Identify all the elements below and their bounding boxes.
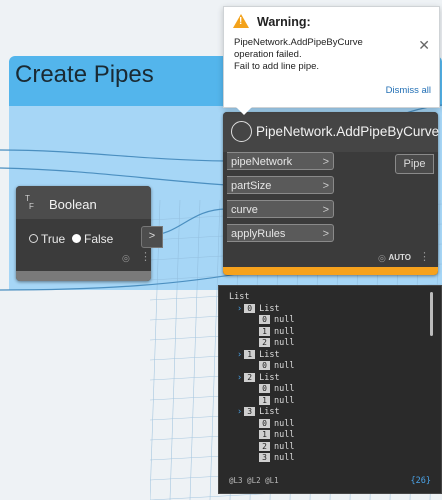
port-arrow-icon: >: [322, 204, 329, 216]
list-index-badge: 2: [259, 441, 270, 451]
warning-icon: !: [233, 14, 249, 28]
watch-row-text: null: [274, 338, 295, 348]
close-icon[interactable]: ✕: [418, 37, 430, 54]
watch-row-text: null: [274, 430, 295, 440]
input-port-applyrules[interactable]: applyRules >: [227, 224, 334, 242]
list-index-badge: 1: [259, 395, 270, 405]
boolean-node-header[interactable]: TF Boolean: [16, 186, 151, 219]
radio-true[interactable]: True: [29, 232, 65, 246]
watch-row: 3 null: [229, 453, 431, 464]
watch-row: › 2 List: [229, 372, 431, 385]
port-arrow-icon: >: [322, 228, 329, 240]
warning-popup: ! Warning: ✕ PipeNetwork.AddPipeByCurve …: [223, 6, 440, 115]
list-levels: @L3 @L2 @L1: [229, 476, 279, 485]
list-index-badge: 0: [259, 361, 270, 370]
pipe-node-header[interactable]: PipeNetwork.AddPipeByCurve: [223, 112, 440, 152]
list-index-badge: 3: [244, 407, 256, 416]
radio-false[interactable]: False: [72, 232, 113, 246]
watch-row-text: null: [274, 361, 295, 371]
watch-list[interactable]: List › 0 List 0 null 1 null 2 null › 1 List 0 null › 2 Li…: [229, 292, 431, 464]
port-arrow-icon: >: [322, 180, 329, 192]
node-options-icon[interactable]: ⋮: [140, 250, 151, 263]
watch-row: List: [229, 292, 431, 304]
watch-row: › 3 List: [229, 407, 431, 419]
watch-scrollbar[interactable]: [430, 292, 433, 336]
chevron-right-icon[interactable]: ›: [237, 407, 242, 417]
watch-row-text: null: [274, 441, 295, 452]
warning-title: Warning:: [257, 15, 311, 29]
chevron-right-icon[interactable]: ›: [237, 350, 242, 360]
watch-row-text: null: [274, 418, 295, 429]
watch-row: › 1 List: [229, 349, 431, 362]
list-index-badge: 1: [244, 349, 256, 359]
input-port-pipenetwork[interactable]: pipeNetwork >: [227, 152, 334, 170]
list-index-badge: 3: [259, 453, 270, 462]
watch-row-text: null: [274, 384, 295, 394]
pipe-node-title: PipeNetwork.AddPipeByCurve: [256, 124, 440, 139]
list-index-badge: 0: [259, 384, 270, 393]
chevron-right-icon[interactable]: ›: [237, 304, 242, 314]
watch-row-text: null: [274, 326, 295, 337]
radio-circle-icon: [72, 234, 81, 243]
boolean-node-title: Boolean: [49, 197, 97, 212]
watch-row: 0 null: [229, 384, 431, 396]
warning-message: PipeNetwork.AddPipeByCurve operation fai…: [234, 37, 363, 72]
watch-row-text: List: [259, 303, 280, 314]
watch-row: 2 null: [229, 338, 431, 350]
list-index-badge: 0: [259, 418, 270, 428]
watch-row: 0 null: [229, 418, 431, 431]
watch-row-text: null: [274, 453, 295, 463]
node-options-icon[interactable]: ⋮: [419, 250, 430, 263]
output-port-pipe[interactable]: Pipe: [395, 154, 434, 174]
list-index-badge: 1: [259, 430, 270, 439]
boolean-node-footer: [16, 271, 151, 281]
watch-row: 1 null: [229, 395, 431, 408]
watch-row: 2 null: [229, 441, 431, 454]
watch-row: › 0 List: [229, 303, 431, 316]
input-port-partsize[interactable]: partSize >: [227, 176, 334, 194]
list-index-badge: 0: [244, 303, 256, 313]
watch-row-text: List: [259, 349, 280, 360]
watch-row-text: null: [274, 315, 295, 325]
list-index-badge: 1: [259, 326, 270, 336]
watch-row-text: null: [274, 395, 295, 406]
lacing-indicator[interactable]: AUTO: [388, 253, 411, 262]
watch-preview-panel[interactable]: List › 0 List 0 null 1 null 2 null › 1 List 0 null › 2 Li…: [218, 285, 442, 494]
boolean-output-port[interactable]: >: [141, 226, 163, 248]
chevron-right-icon[interactable]: ›: [237, 373, 242, 383]
watch-row-text: List: [259, 372, 280, 383]
radio-circle-icon: [29, 234, 38, 243]
boolean-node[interactable]: TF Boolean True False > ◎ ⋮: [16, 186, 163, 281]
port-arrow-icon: >: [322, 156, 329, 168]
item-count: {26}: [410, 476, 431, 486]
watch-row-text: List: [229, 292, 250, 302]
watch-row: 1 null: [229, 430, 431, 442]
dismiss-all-link[interactable]: Dismiss all: [386, 85, 431, 96]
watch-row: 0 null: [229, 361, 431, 373]
input-port-curve[interactable]: curve >: [227, 200, 334, 218]
warning-status-bar: [223, 267, 438, 275]
watch-row: 1 null: [229, 326, 431, 339]
watch-row: 0 null: [229, 315, 431, 327]
list-index-badge: 2: [244, 372, 256, 382]
list-index-badge: 0: [259, 315, 270, 324]
pipe-network-add-pipe-node[interactable]: PipeNetwork.AddPipeByCurve pipeNetwork > …: [223, 112, 440, 275]
preview-visibility-icon[interactable]: ◎: [378, 253, 386, 264]
watch-row-text: List: [259, 407, 280, 417]
list-index-badge: 2: [259, 338, 270, 347]
preview-visibility-icon[interactable]: ◎: [122, 253, 130, 264]
pipe-node-icon: [231, 121, 252, 142]
boolean-type-icon: TF: [25, 194, 34, 211]
